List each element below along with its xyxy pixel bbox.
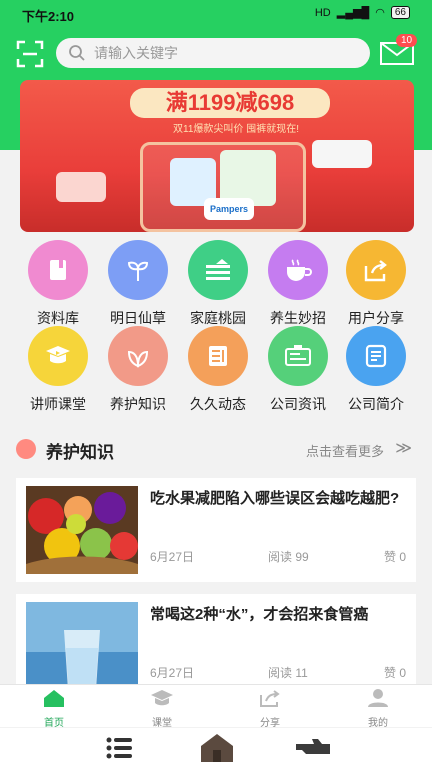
grid-item-label: 公司简介 [348,396,404,412]
mail-badge: 10 [396,34,418,47]
tea-cup-icon [287,259,312,281]
article-views: 阅读 11 [268,666,308,680]
article-date: 6月27日 [150,666,195,680]
user-icon [368,689,388,707]
article-likes[interactable]: 赞 0 [384,548,406,565]
pointing-hand-back-icon[interactable] [294,736,332,760]
grid-item-label: 明日仙草 [110,310,166,326]
share-icon [260,690,280,707]
side-product [56,172,106,202]
grid-item-circle [188,326,248,386]
grid-item-label: 养生妙招 [270,310,326,326]
signal-icon: ▂▄▆█ [336,7,370,19]
fruit-image [26,486,138,574]
bottom-tab-bar: 首页 课堂 分享 我的 [0,684,432,729]
grid-item-circle [108,240,168,300]
grid-item-circle [188,240,248,300]
grid-item-company-news[interactable]: 公司资讯 [258,326,338,412]
grid-item-garden[interactable]: 家庭桃园 [178,240,258,326]
grid-item-care[interactable]: 养护知识 [98,326,178,412]
search-input[interactable]: 请输入关键字 [56,38,370,68]
section-header: 养护知识 点击查看更多 ≫ [16,436,416,462]
tab-label: 分享 [260,718,280,729]
book-icon [50,260,66,280]
tab-label: 我的 [368,718,388,729]
tab-label: 首页 [44,718,64,729]
menu-icon[interactable] [106,736,134,760]
grid-item-circle [268,240,328,300]
banner-subline: 双11爆款尖叫价 囤裤就现在! [173,124,299,135]
toy-car [312,140,372,168]
grid-item-label: 久久动态 [190,396,246,412]
graduation-cap-icon [151,690,173,706]
top-bar: 请输入关键字 10 [0,32,432,76]
tab-profile[interactable]: 我的 [324,685,432,729]
article-views: 阅读 99 [268,550,309,564]
share-icon [364,260,387,282]
grid-item-circle [28,326,88,386]
network-label: HD [314,6,331,19]
tab-share[interactable]: 分享 [216,685,324,729]
article-title: 吃水果减肥陷入哪些误区会越吃越肥? [150,490,400,507]
article-date: 6月27日 [150,550,195,564]
battery-icon: 66 [390,6,410,19]
article-likes[interactable]: 赞 0 [384,664,406,681]
grid-item-news[interactable]: 久久动态 [178,326,258,412]
scan-icon[interactable] [16,40,44,68]
wifi-icon: ◠ [375,7,385,19]
leaf-icon [127,350,149,368]
promo-banner[interactable]: 满1199减698 双11爆款尖叫价 囤裤就现在! Pampers [20,80,414,232]
grid-item-label: 公司资讯 [270,396,326,412]
grid-item-label: 资料库 [37,310,79,326]
section-dot-icon [16,439,36,459]
system-navigation-bar [0,728,432,768]
grid-item-circle [268,326,328,386]
brand-label: Pampers [204,198,254,220]
banner-headline: 满1199减698 [130,88,330,118]
see-more-link[interactable]: 点击查看更多 [306,441,384,460]
grid-item-label: 讲师课堂 [30,396,86,412]
status-icons: HD ▂▄▆█ ◠ 66 [315,6,410,19]
water-glass-image [26,602,138,690]
news-icon [209,346,227,366]
card-icon [285,345,311,366]
search-placeholder: 请输入关键字 [94,45,178,61]
status-bar: 下午2:10 HD ▂▄▆█ ◠ 66 [0,0,432,28]
search-icon [69,45,85,61]
home-house-icon[interactable] [198,732,236,764]
tab-classroom[interactable]: 课堂 [108,685,216,729]
video-icon [46,346,70,364]
sprout-icon [127,261,149,281]
home-icon [44,690,64,707]
grid-item-company-intro[interactable]: 公司简介 [336,326,416,412]
article-card[interactable]: 吃水果减肥陷入哪些误区会越吃越肥? 6月27日 阅读 99 赞 0 [16,478,416,582]
article-card[interactable]: 常喝这2种“水”，才会招来食管癌 6月27日 阅读 11 赞 0 [16,594,416,698]
tab-label: 课堂 [152,718,172,729]
grid-item-circle [346,240,406,300]
grid-item-circle [28,240,88,300]
document-icon [365,344,387,368]
section-title: 养护知识 [46,443,114,462]
status-time: 下午2:10 [22,9,75,24]
grid-item-circle [108,326,168,386]
article-title: 常喝这2种“水”，才会招来食管癌 [150,606,369,623]
grid-item-lecture[interactable]: 讲师课堂 [18,326,98,412]
grid-item-label: 用户分享 [348,310,404,326]
grid-item-herb[interactable]: 明日仙草 [98,240,178,326]
grid-item-label: 家庭桃园 [190,310,246,326]
double-chevron-right-icon[interactable]: ≫ [395,438,412,458]
grid-item-circle [346,326,406,386]
tab-home[interactable]: 首页 [0,685,108,729]
grid-item-library[interactable]: 资料库 [18,240,98,326]
grid-item-tips[interactable]: 养生妙招 [258,240,338,326]
garden-icon [206,259,230,280]
grid-item-share[interactable]: 用户分享 [336,240,416,326]
grid-item-label: 养护知识 [110,396,166,412]
